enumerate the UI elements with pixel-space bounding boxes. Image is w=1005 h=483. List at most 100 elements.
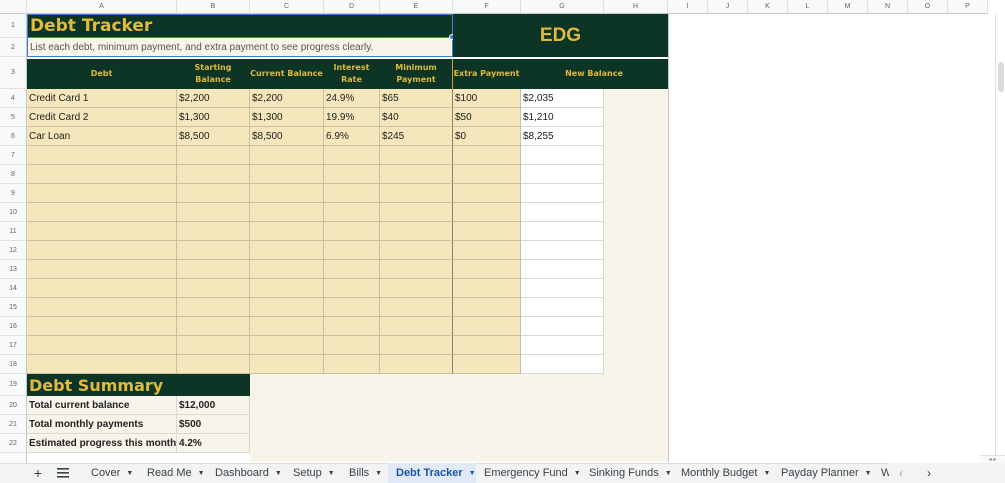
- cell-g8[interactable]: [521, 165, 604, 184]
- summary-label[interactable]: Estimated progress this month: [27, 434, 177, 453]
- cell-d13[interactable]: [324, 260, 380, 279]
- column-header-j[interactable]: J: [708, 0, 748, 14]
- cell-f5[interactable]: $50: [453, 108, 521, 127]
- column-label-current-balance[interactable]: Current Balance: [250, 59, 324, 89]
- cell-d17[interactable]: [324, 336, 380, 355]
- cell-a4[interactable]: Credit Card 1: [27, 89, 177, 108]
- cell-g6[interactable]: $8,255: [521, 127, 604, 146]
- row-header-6[interactable]: 6: [0, 127, 27, 146]
- cell-d15[interactable]: [324, 298, 380, 317]
- cell-c11[interactable]: [250, 222, 324, 241]
- cell-d9[interactable]: [324, 184, 380, 203]
- chevron-down-icon[interactable]: ▼: [198, 470, 205, 477]
- cell-d8[interactable]: [324, 165, 380, 184]
- cell-e5[interactable]: $40: [380, 108, 453, 127]
- title-cell[interactable]: Debt Tracker: [27, 14, 453, 38]
- row-header-22[interactable]: 22: [0, 434, 27, 453]
- row-header-14[interactable]: 14: [0, 279, 27, 298]
- cell-c12[interactable]: [250, 241, 324, 260]
- cell-e15[interactable]: [380, 298, 453, 317]
- cell-c8[interactable]: [250, 165, 324, 184]
- chevron-right-icon[interactable]: ›: [927, 466, 931, 480]
- cell-g10[interactable]: [521, 203, 604, 222]
- cell-e14[interactable]: [380, 279, 453, 298]
- row-header-19[interactable]: 19: [0, 374, 27, 396]
- cell-f11[interactable]: [453, 222, 521, 241]
- cell-c18[interactable]: [250, 355, 324, 374]
- column-header-o[interactable]: O: [908, 0, 948, 14]
- row-header-3[interactable]: 3: [0, 57, 27, 89]
- cell-g4[interactable]: $2,035: [521, 89, 604, 108]
- cell-b18[interactable]: [177, 355, 250, 374]
- column-header-e[interactable]: E: [380, 0, 453, 14]
- cell-b10[interactable]: [177, 203, 250, 222]
- vertical-scrollbar[interactable]: [995, 14, 1005, 462]
- chevron-down-icon[interactable]: ▼: [275, 470, 282, 477]
- cell-g11[interactable]: [521, 222, 604, 241]
- cell-c15[interactable]: [250, 298, 324, 317]
- row-header-15[interactable]: 15: [0, 298, 27, 317]
- row-header-10[interactable]: 10: [0, 203, 27, 222]
- cell-c4[interactable]: $2,200: [250, 89, 324, 108]
- cell-g17[interactable]: [521, 336, 604, 355]
- column-header-i[interactable]: I: [668, 0, 708, 14]
- cell-e12[interactable]: [380, 241, 453, 260]
- column-header-l[interactable]: L: [788, 0, 828, 14]
- cell-a17[interactable]: [27, 336, 177, 355]
- cell-c14[interactable]: [250, 279, 324, 298]
- cell-a13[interactable]: [27, 260, 177, 279]
- cell-a12[interactable]: [27, 241, 177, 260]
- cell-e17[interactable]: [380, 336, 453, 355]
- menu-icon[interactable]: [54, 463, 72, 483]
- chevron-down-icon[interactable]: ▼: [328, 470, 335, 477]
- tab-read-me[interactable]: Read Me ▼: [139, 463, 207, 483]
- cell-c13[interactable]: [250, 260, 324, 279]
- cell-b5[interactable]: $1,300: [177, 108, 250, 127]
- row-header-18[interactable]: 18: [0, 355, 27, 374]
- cell-b8[interactable]: [177, 165, 250, 184]
- cell-e9[interactable]: [380, 184, 453, 203]
- cell-e8[interactable]: [380, 165, 453, 184]
- cell-e10[interactable]: [380, 203, 453, 222]
- cell-f6[interactable]: $0: [453, 127, 521, 146]
- cell-b7[interactable]: [177, 146, 250, 165]
- cell-d6[interactable]: 6.9%: [324, 127, 380, 146]
- cell-g14[interactable]: [521, 279, 604, 298]
- cell-b14[interactable]: [177, 279, 250, 298]
- column-header-c[interactable]: C: [250, 0, 324, 14]
- row-header-20[interactable]: 20: [0, 396, 27, 415]
- summary-title-cell[interactable]: Debt Summary: [27, 374, 250, 396]
- chevron-down-icon[interactable]: ▼: [763, 470, 770, 477]
- cell-d12[interactable]: [324, 241, 380, 260]
- cell-f17[interactable]: [453, 336, 521, 355]
- cell-f9[interactable]: [453, 184, 521, 203]
- horizontal-scroll-arrows[interactable]: ◂ ▸: [980, 455, 1005, 463]
- row-header-21[interactable]: 21: [0, 415, 27, 434]
- column-header-g[interactable]: G: [521, 0, 604, 14]
- tab-monthly-budget[interactable]: Monthly Budget ▼: [673, 463, 773, 483]
- cell-a11[interactable]: [27, 222, 177, 241]
- cell-a14[interactable]: [27, 279, 177, 298]
- cell-g5[interactable]: $1,210: [521, 108, 604, 127]
- cell-c16[interactable]: [250, 317, 324, 336]
- column-header-h[interactable]: H: [604, 0, 668, 14]
- cell-f7[interactable]: [453, 146, 521, 165]
- tab-bills[interactable]: Bills ▼: [341, 463, 388, 483]
- cell-g7[interactable]: [521, 146, 604, 165]
- cell-b17[interactable]: [177, 336, 250, 355]
- row-header-4[interactable]: 4: [0, 89, 27, 108]
- row-header-11[interactable]: 11: [0, 222, 27, 241]
- row-header-1[interactable]: 1: [0, 14, 27, 38]
- column-header-d[interactable]: D: [324, 0, 380, 14]
- cell-f14[interactable]: [453, 279, 521, 298]
- cell-f15[interactable]: [453, 298, 521, 317]
- cell-e13[interactable]: [380, 260, 453, 279]
- cell-a10[interactable]: [27, 203, 177, 222]
- cell-e6[interactable]: $245: [380, 127, 453, 146]
- column-header-k[interactable]: K: [748, 0, 788, 14]
- cell-f10[interactable]: [453, 203, 521, 222]
- chevron-down-icon[interactable]: ▼: [375, 470, 382, 477]
- cell-b12[interactable]: [177, 241, 250, 260]
- cell-b6[interactable]: $8,500: [177, 127, 250, 146]
- column-header-m[interactable]: M: [828, 0, 868, 14]
